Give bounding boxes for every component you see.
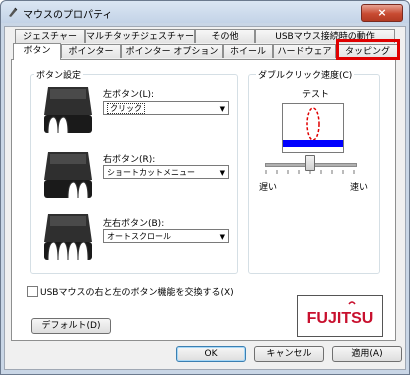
left-button-value: クリック [107,103,145,114]
chevron-down-icon: ▼ [219,169,225,177]
right-button-label: 右ボタン(R): [103,155,156,165]
double-click-test-area[interactable] [282,103,344,153]
slow-label: 遅い [259,183,278,193]
tab-hardware[interactable]: ハードウェア [273,44,336,58]
tab-other[interactable]: その他 [195,29,255,43]
apply-button[interactable]: 適用(A) [332,346,402,362]
tab-pointer-options[interactable]: ポインター オプション [121,44,223,58]
mouse-right-button-icon [44,152,92,199]
left-button-select[interactable]: クリック ▼ [103,101,229,115]
tab-multitouch-gesture[interactable]: マルチタッチジェスチャー [85,29,195,43]
default-button[interactable]: デフォルト(D) [31,318,111,334]
speed-slider-thumb[interactable] [305,155,315,171]
close-button[interactable]: × [361,4,403,22]
swap-buttons-checkbox[interactable] [27,286,38,297]
fast-label: 速い [350,183,369,193]
fujitsu-logo-image: FUJITSU [307,301,374,327]
chevron-down-icon: ▼ [219,233,225,241]
chevron-down-icon: ▼ [219,105,225,113]
mouse-left-button-icon [44,87,92,134]
both-buttons-select[interactable]: オートスクロール ▼ [103,229,229,243]
swap-buttons-label: USBマウスの右と左のボタン機能を交換する(X) [40,288,234,298]
ok-button[interactable]: OK [176,346,246,362]
double-click-speed-label: ダブルクリック速度(C) [256,68,355,81]
tab-wheel[interactable]: ホイール [223,44,273,58]
tab-pointer[interactable]: ポインター [61,44,121,58]
mouse-both-buttons-icon [44,214,92,261]
title-bar: マウスのプロパティ × [1,1,409,23]
left-button-label: 左ボタン(L): [103,90,155,100]
window-title: マウスのプロパティ [23,10,113,21]
test-area-label: テスト [302,90,330,100]
both-buttons-value: オートスクロール [107,232,171,241]
tapping-tab-highlight [336,39,400,60]
right-button-select[interactable]: ショートカットメニュー ▼ [103,165,229,179]
both-buttons-label: 左右ボタン(B): [103,219,165,229]
svg-text:FUJITSU: FUJITSU [307,310,374,327]
right-button-value: ショートカットメニュー [107,168,195,177]
cancel-button[interactable]: キャンセル [254,346,324,362]
tab-gesture[interactable]: ジェスチャー [15,29,85,43]
tab-buttons[interactable]: ボタン [13,43,61,60]
mouse-icon [9,7,18,17]
test-target-icon [283,107,343,147]
button-settings-label: ボタン設定 [34,68,84,81]
fujitsu-logo: FUJITSU [297,295,383,337]
